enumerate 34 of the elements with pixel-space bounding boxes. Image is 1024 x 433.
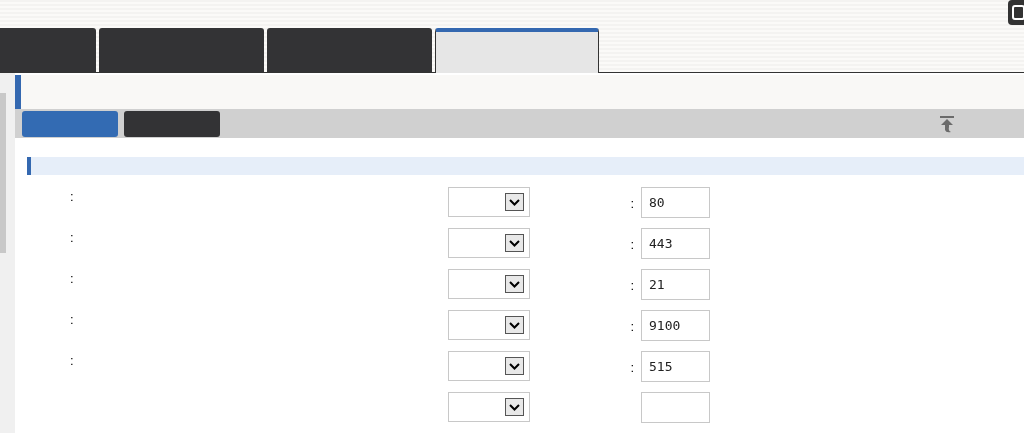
field-label: : bbox=[70, 230, 74, 245]
toolbar-button[interactable] bbox=[22, 110, 118, 137]
dropdown[interactable] bbox=[448, 351, 530, 381]
dropdown[interactable] bbox=[448, 228, 530, 258]
chevron-down-icon bbox=[505, 234, 524, 252]
port-input[interactable] bbox=[641, 392, 710, 423]
field-label: : bbox=[630, 277, 634, 295]
field-label: : bbox=[70, 271, 74, 286]
port-input[interactable]: 515 bbox=[641, 351, 710, 382]
field-label: : bbox=[70, 189, 74, 204]
port-input[interactable]: 9100 bbox=[641, 310, 710, 341]
dropdown[interactable] bbox=[448, 310, 530, 340]
dropdown[interactable] bbox=[448, 269, 530, 299]
field-label: : bbox=[70, 312, 74, 327]
scrollbar-thumb[interactable] bbox=[0, 93, 6, 253]
tab[interactable] bbox=[435, 28, 599, 73]
chevron-down-icon bbox=[505, 398, 524, 416]
chevron-down-icon bbox=[505, 357, 524, 375]
port-input[interactable]: 21 bbox=[641, 269, 710, 300]
chevron-down-icon bbox=[505, 316, 524, 334]
chevron-down-icon bbox=[505, 193, 524, 211]
field-label: : bbox=[630, 195, 634, 213]
chevron-down-icon bbox=[505, 275, 524, 293]
port-input[interactable]: 443 bbox=[641, 228, 710, 259]
dropdown[interactable] bbox=[448, 392, 530, 422]
field-label: : bbox=[70, 353, 74, 368]
field-label: : bbox=[630, 359, 634, 377]
logout-icon[interactable] bbox=[1008, 0, 1024, 26]
field-label: : bbox=[630, 318, 634, 336]
dropdown[interactable] bbox=[448, 187, 530, 217]
toolbar-button[interactable] bbox=[124, 110, 220, 137]
port-input[interactable]: 80 bbox=[641, 187, 710, 218]
field-label: : bbox=[630, 236, 634, 254]
arrow-to-top-icon[interactable] bbox=[938, 114, 956, 133]
